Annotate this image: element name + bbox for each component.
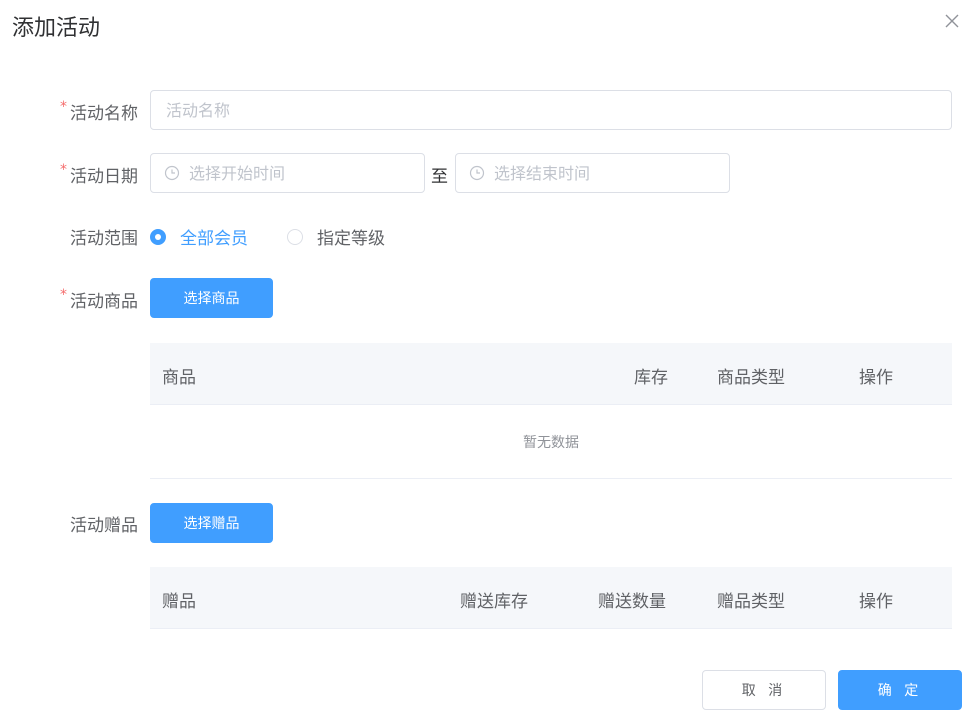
column-header: 赠送数量 bbox=[598, 592, 666, 612]
select-gifts-button[interactable]: 选择赠品 bbox=[150, 503, 273, 543]
products-table-header: 商品 库存 商品类型 操作 bbox=[150, 343, 952, 405]
column-header: 操作 bbox=[859, 592, 893, 612]
radio-all-members[interactable]: 全部会员 bbox=[150, 224, 248, 249]
close-icon bbox=[945, 14, 959, 28]
close-button[interactable] bbox=[942, 11, 962, 31]
clock-icon bbox=[469, 165, 485, 181]
column-header: 赠品 bbox=[162, 592, 196, 612]
activity-scope-label: 活动范围 bbox=[70, 229, 138, 249]
start-date-input[interactable] bbox=[189, 163, 409, 183]
dialog-title: 添加活动 bbox=[12, 16, 101, 41]
gifts-table-header: 赠品 赠送库存 赠送数量 赠品类型 操作 bbox=[150, 567, 952, 629]
start-date-picker[interactable] bbox=[150, 153, 425, 193]
radio-label: 全部会员 bbox=[180, 229, 248, 249]
radio-dot[interactable] bbox=[287, 228, 303, 245]
required-mark: * bbox=[60, 287, 67, 303]
clock-icon bbox=[164, 165, 180, 181]
activity-name-label: * 活动名称 bbox=[60, 99, 138, 124]
activity-products-label: * 活动商品 bbox=[60, 287, 138, 312]
products-table: 商品 库存 商品类型 操作 暂无数据 bbox=[150, 343, 952, 479]
activity-name-input[interactable] bbox=[150, 90, 952, 130]
column-header: 商品类型 bbox=[717, 368, 785, 388]
activity-products-label-text: 活动商品 bbox=[70, 292, 138, 312]
radio-label: 指定等级 bbox=[317, 229, 385, 249]
required-mark: * bbox=[60, 162, 67, 178]
column-header: 赠品类型 bbox=[717, 592, 785, 612]
select-products-button[interactable]: 选择商品 bbox=[150, 278, 273, 318]
activity-gifts-label: 活动赠品 bbox=[70, 516, 138, 536]
column-header: 库存 bbox=[634, 368, 668, 388]
activity-date-label: * 活动日期 bbox=[60, 162, 138, 187]
confirm-button[interactable]: 确 定 bbox=[838, 670, 962, 710]
radio-specified-level[interactable]: 指定等级 bbox=[287, 224, 385, 249]
empty-state: 暂无数据 bbox=[150, 405, 952, 479]
radio-dot[interactable] bbox=[150, 228, 166, 245]
gifts-table: 赠品 赠送库存 赠送数量 赠品类型 操作 bbox=[150, 567, 952, 629]
date-separator: 至 bbox=[431, 167, 448, 187]
column-header: 商品 bbox=[162, 368, 196, 388]
end-date-picker[interactable] bbox=[455, 153, 730, 193]
activity-date-label-text: 活动日期 bbox=[70, 167, 138, 187]
end-date-input[interactable] bbox=[494, 163, 714, 183]
required-mark: * bbox=[60, 99, 67, 115]
column-header: 赠送库存 bbox=[460, 592, 528, 612]
cancel-button[interactable]: 取 消 bbox=[702, 670, 826, 710]
column-header: 操作 bbox=[859, 368, 893, 388]
activity-name-label-text: 活动名称 bbox=[70, 104, 138, 124]
